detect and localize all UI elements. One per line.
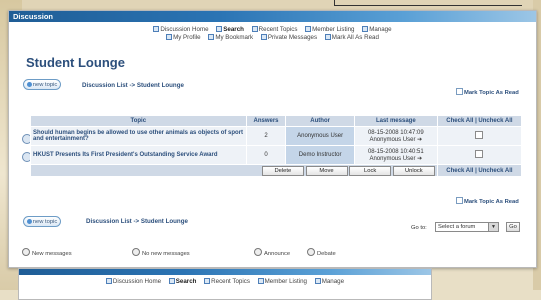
private-messages-icon bbox=[260, 34, 267, 40]
nav-manage-2[interactable]: Manage bbox=[314, 278, 344, 285]
legend-new-messages: New messages bbox=[22, 248, 72, 257]
legend-announce: Announce bbox=[254, 248, 290, 257]
forum-select[interactable]: Select a forum ▼ bbox=[435, 222, 499, 232]
legend-debate: Debate bbox=[307, 248, 336, 257]
new-topic-button[interactable]: new topic bbox=[23, 79, 61, 90]
last-message: 08-15-2008 10:47:09 Anonymous User ➔ bbox=[353, 126, 438, 146]
answers-count: 2 bbox=[245, 126, 287, 146]
nav-manage[interactable]: Manage bbox=[362, 26, 392, 33]
delete-button[interactable]: Delete bbox=[261, 165, 304, 176]
callout-line bbox=[334, 5, 522, 6]
page-title: Student Lounge bbox=[26, 55, 125, 70]
legend-no-new-messages: No new messages bbox=[132, 248, 190, 257]
table-header-row: Topic Answers Author Last message Check … bbox=[30, 115, 523, 127]
second-nav-row: Discussion Home Search Recent Topics Mem… bbox=[19, 277, 431, 286]
last-message: 08-15-2008 10:40:51 Anonymous User ➔ bbox=[353, 145, 438, 165]
checkbox-icon bbox=[456, 197, 463, 204]
row-checkbox[interactable] bbox=[475, 131, 484, 139]
breadcrumb[interactable]: Discussion List -> Student Lounge bbox=[82, 82, 184, 89]
no-new-messages-icon bbox=[132, 248, 140, 256]
nav-mark-all-read[interactable]: Mark All As Read bbox=[324, 34, 379, 41]
window-title: Discussion bbox=[9, 11, 536, 22]
bookmark-icon bbox=[208, 34, 215, 40]
recent-topics-icon bbox=[204, 278, 211, 284]
nav-my-bookmark[interactable]: My Bookmark bbox=[208, 34, 253, 41]
go-button[interactable]: Go bbox=[506, 222, 520, 232]
topic-title[interactable]: Should human begins be allowed to use ot… bbox=[30, 126, 247, 146]
nav-discussion-home-2[interactable]: Discussion Home bbox=[105, 278, 161, 285]
topics-table: Topic Answers Author Last message Check … bbox=[30, 115, 523, 177]
member-listing-icon bbox=[305, 26, 312, 32]
header-topic: Topic bbox=[30, 115, 247, 127]
search-icon bbox=[168, 278, 175, 284]
select-cell bbox=[436, 145, 523, 165]
nav-member-listing[interactable]: Member Listing bbox=[305, 26, 354, 33]
answers-count: 0 bbox=[245, 145, 287, 165]
nav-member-listing-2[interactable]: Member Listing bbox=[257, 278, 307, 285]
second-window-preview: Discussion Home Search Recent Topics Mem… bbox=[18, 268, 432, 300]
mark-topic-read-bottom[interactable]: Mark Topic As Read bbox=[456, 197, 519, 205]
table-row[interactable]: HKUST Presents Its First President's Out… bbox=[30, 145, 523, 165]
author-name[interactable]: Demo Instructor bbox=[285, 145, 355, 165]
breadcrumb-bottom[interactable]: Discussion List -> Student Lounge bbox=[86, 218, 188, 225]
moderation-bar: Delete Move Lock Unlock Check All | Unch… bbox=[30, 164, 523, 177]
header-check-all[interactable]: Check All | Uncheck All bbox=[436, 115, 523, 127]
nav-recent-topics-2[interactable]: Recent Topics bbox=[204, 278, 250, 285]
new-topic-icon bbox=[26, 82, 32, 87]
goto-last-icon[interactable]: ➔ bbox=[417, 137, 422, 143]
nav-recent-topics[interactable]: Recent Topics bbox=[251, 26, 297, 33]
chevron-down-icon: ▼ bbox=[488, 223, 498, 231]
table-row[interactable]: Should human begins be allowed to use ot… bbox=[30, 126, 523, 146]
nav-row-2: My Profile My Bookmark Private Messages … bbox=[9, 33, 536, 42]
checkbox-icon bbox=[456, 88, 463, 95]
home-icon bbox=[153, 26, 160, 32]
unlock-button[interactable]: Unlock bbox=[392, 165, 435, 176]
check-all-footer[interactable]: Check All | Uncheck All bbox=[436, 164, 523, 177]
mark-topic-read-top[interactable]: Mark Topic As Read bbox=[456, 88, 519, 96]
new-messages-icon bbox=[22, 248, 30, 256]
mark-read-icon bbox=[324, 34, 331, 40]
goto-last-icon[interactable]: ➔ bbox=[417, 156, 422, 162]
move-button[interactable]: Move bbox=[305, 165, 348, 176]
new-topic-button-bottom[interactable]: new topic bbox=[23, 216, 61, 227]
manage-icon bbox=[362, 26, 369, 32]
recent-topics-icon bbox=[251, 26, 258, 32]
announce-icon bbox=[254, 248, 262, 256]
goto-label: Go to: bbox=[411, 225, 427, 231]
nav-private-messages[interactable]: Private Messages bbox=[260, 34, 317, 41]
lock-button[interactable]: Lock bbox=[349, 165, 392, 176]
nav-my-profile[interactable]: My Profile bbox=[166, 34, 201, 41]
author-name[interactable]: Anonymous User bbox=[285, 126, 355, 146]
search-icon bbox=[216, 26, 223, 32]
profile-icon bbox=[166, 34, 173, 40]
second-window-titlebar bbox=[19, 269, 431, 275]
nav-discussion-home[interactable]: Discussion Home bbox=[153, 26, 209, 33]
select-cell bbox=[436, 126, 523, 146]
manage-icon bbox=[314, 278, 321, 284]
header-last-message: Last message bbox=[353, 115, 438, 127]
topic-title[interactable]: HKUST Presents Its First President's Out… bbox=[30, 145, 247, 165]
new-topic-icon bbox=[26, 219, 32, 224]
debate-icon bbox=[307, 248, 315, 256]
row-checkbox[interactable] bbox=[475, 150, 484, 158]
member-listing-icon bbox=[257, 278, 264, 284]
nav-search[interactable]: Search bbox=[216, 26, 244, 33]
home-icon bbox=[105, 278, 112, 284]
header-answers: Answers bbox=[245, 115, 287, 127]
moderation-buttons: Delete Move Lock Unlock bbox=[30, 164, 438, 177]
header-author: Author bbox=[285, 115, 355, 127]
nav-search-2[interactable]: Search bbox=[168, 278, 196, 285]
